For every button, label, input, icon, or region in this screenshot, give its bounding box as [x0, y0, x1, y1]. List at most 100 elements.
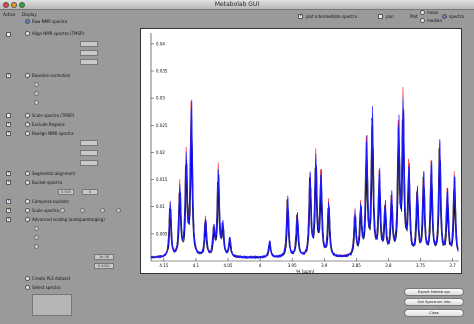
- app-window: Metabolab GUI Active Display Raw NMR spe…: [0, 0, 474, 324]
- scale-tmsp-checkbox[interactable]: [6, 113, 11, 118]
- adv-scaling-option-2-radio[interactable]: [34, 235, 39, 240]
- y-tick-label: 0.035: [156, 69, 168, 74]
- spectrum-trace-black: [150, 113, 459, 259]
- spectrum-trace-blue: [150, 101, 459, 259]
- pan-label: pan: [386, 14, 394, 19]
- align-spectra-radio[interactable]: [25, 31, 30, 36]
- align-spectra-checkbox[interactable]: [6, 32, 11, 37]
- x-tick-label: 3.95: [288, 263, 297, 268]
- compress-buckets-label: Compress buckets: [32, 199, 69, 204]
- raw-spectra-radio[interactable]: [25, 19, 30, 24]
- glog-lambda-field[interactable]: 1e-08: [94, 254, 114, 260]
- x-tick-label: 3.8: [385, 263, 392, 268]
- active-column-header: Active: [3, 12, 16, 17]
- scale-spectra-label: Scale spectra: [32, 208, 59, 213]
- advanced-scaling-radio[interactable]: [25, 217, 30, 222]
- plot-median-radio[interactable]: [420, 18, 425, 23]
- scale-spectra-checkbox[interactable]: [6, 207, 11, 213]
- x-tick-label: 4.15: [159, 263, 168, 268]
- y-tick-label: 0.015: [156, 177, 168, 182]
- spectrum-chart-svg: 0.04 0.035 0.03 0.025 0.02 0.015 0.01 0.005 4.15…: [150, 33, 459, 274]
- baseline-option-1-radio[interactable]: [34, 82, 39, 87]
- baseline-option-3-radio[interactable]: [34, 100, 39, 105]
- realign-param-field-2[interactable]: [80, 150, 98, 156]
- baseline-option-2-radio[interactable]: [34, 91, 39, 96]
- spectrum-trace-blue: [150, 99, 459, 259]
- segmental-alignment-radio[interactable]: [25, 171, 30, 176]
- x-axis-label: ¹H [ppm]: [296, 269, 315, 274]
- adv-scaling-option-3-radio[interactable]: [34, 244, 39, 249]
- select-spectra-radio[interactable]: [25, 285, 30, 290]
- adv-scaling-option-1-radio[interactable]: [34, 226, 39, 231]
- plot-spectra-label: spectra: [449, 14, 464, 19]
- x-tick-label: 3.9: [321, 263, 328, 268]
- y-tick-label: 0.025: [156, 123, 168, 128]
- glog-y0-field[interactable]: 0.0001: [94, 263, 114, 269]
- bucket-width-field[interactable]: 0.005: [58, 189, 74, 195]
- segmental-alignment-checkbox[interactable]: [6, 170, 11, 176]
- plot-spectra-radio[interactable]: [442, 14, 447, 19]
- spectrum-trace-red: [150, 87, 459, 259]
- x-tick-label: 4.05: [224, 263, 233, 268]
- scale-option-4-radio[interactable]: [116, 208, 121, 213]
- spectrum-trace-blue: [150, 97, 459, 259]
- display-column-header: Display: [22, 12, 37, 17]
- spectrum-trace-blue: [150, 107, 459, 259]
- exclude-regions-radio[interactable]: [25, 122, 30, 127]
- raw-spectra-label: Raw NMR spectra: [32, 19, 68, 24]
- align-param-field-2[interactable]: [80, 50, 98, 56]
- close-button[interactable]: Close: [404, 309, 464, 317]
- baseline-radio[interactable]: [25, 73, 30, 78]
- realign-param-field-1[interactable]: [80, 140, 98, 146]
- select-spectra-label: Select spectra: [32, 285, 61, 290]
- realign-label: Realign NMR spectra: [32, 131, 74, 136]
- x-tick-label: 4: [259, 263, 262, 268]
- get-spectrum-info-button[interactable]: Get Spectrum Info: [404, 298, 464, 306]
- plot-intermediate-label: plot intermediate spectra: [306, 14, 357, 19]
- bucket-spectra-radio[interactable]: [25, 180, 30, 185]
- create-pls-label: Create PLS dataset: [32, 276, 71, 281]
- y-tick-label: 0.03: [156, 96, 165, 101]
- y-tick-label: 0.02: [156, 150, 165, 155]
- realign-checkbox[interactable]: [6, 130, 11, 136]
- x-tick-label: 3.75: [416, 263, 425, 268]
- y-tick-label: 0.01: [156, 204, 165, 209]
- export-matlab-button[interactable]: Export Matlab sys: [404, 288, 464, 296]
- x-tick-label: 4.1: [193, 263, 200, 268]
- bucket-spectra-checkbox[interactable]: [6, 179, 11, 185]
- realign-radio[interactable]: [25, 131, 30, 136]
- pan-checkbox[interactable]: [378, 14, 383, 19]
- compress-buckets-checkbox[interactable]: [6, 198, 11, 204]
- advanced-scaling-checkbox[interactable]: [6, 216, 11, 222]
- x-tick-label: 3.85: [352, 263, 361, 268]
- align-param-field-1[interactable]: [80, 41, 98, 47]
- scale-tmsp-radio[interactable]: [25, 113, 30, 118]
- scale-option-1-radio[interactable]: [60, 208, 65, 213]
- plot-median-label: median: [427, 18, 442, 23]
- compress-buckets-radio[interactable]: [25, 199, 30, 204]
- realign-param-field-3[interactable]: [80, 160, 98, 166]
- align-spectra-label: Align NMR spectra (TMSP): [32, 31, 84, 36]
- spectrum-trace-black: [150, 111, 459, 259]
- x-tick-label: 3.7: [449, 263, 456, 268]
- exclude-regions-label: Exclude Regions: [32, 122, 65, 127]
- chart-axes: [150, 33, 459, 262]
- window-title: Metabolab GUI: [214, 1, 260, 8]
- scale-option-3-radio[interactable]: [100, 208, 105, 213]
- bucket-param-field[interactable]: 0: [82, 189, 98, 195]
- baseline-checkbox[interactable]: [6, 72, 11, 78]
- spectrum-plot[interactable]: 0.04 0.035 0.03 0.025 0.02 0.015 0.01 0.005 4.15…: [140, 28, 462, 274]
- baseline-label: Baseline correction: [32, 73, 71, 78]
- plot-mean-radio[interactable]: [420, 10, 425, 15]
- align-param-field-3[interactable]: [80, 59, 98, 65]
- scale-option-2-radio[interactable]: [80, 208, 85, 213]
- advanced-scaling-label: Advanced scaling (auto/pareto/glog): [32, 217, 105, 222]
- exclude-regions-checkbox[interactable]: [6, 121, 11, 127]
- plot-mean-label: mean: [427, 10, 439, 15]
- segmental-alignment-label: Segmental alignment: [32, 171, 76, 176]
- scale-spectra-radio[interactable]: [25, 208, 30, 213]
- plot-label: Plot: [410, 14, 418, 19]
- spectra-selection-list[interactable]: [32, 294, 72, 316]
- plot-intermediate-checkbox[interactable]: [298, 13, 303, 19]
- create-pls-radio[interactable]: [25, 276, 30, 281]
